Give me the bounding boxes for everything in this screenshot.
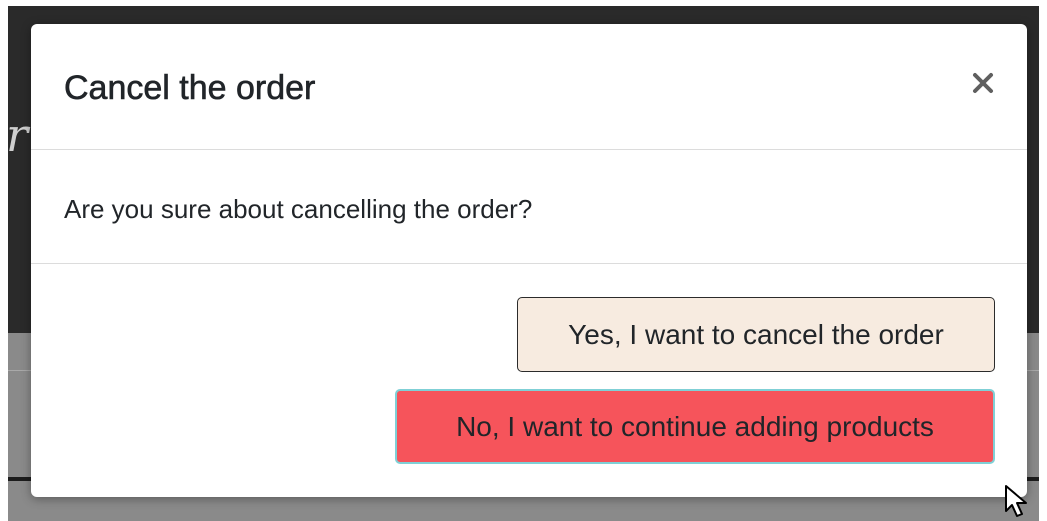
screen: r Cancel the order Are you sure about ca… <box>0 0 1047 521</box>
confirm-cancel-order-button[interactable]: Yes, I want to cancel the order <box>517 297 995 372</box>
mouse-pointer-icon <box>1005 485 1027 517</box>
modal-header: Cancel the order <box>31 24 1027 150</box>
continue-adding-products-button[interactable]: No, I want to continue adding products <box>395 389 995 464</box>
close-button[interactable] <box>965 65 1001 101</box>
modal-body: Are you sure about cancelling the order? <box>31 150 1027 264</box>
modal-title: Cancel the order <box>64 69 316 108</box>
cancel-order-modal: Cancel the order Are you sure about canc… <box>31 24 1027 497</box>
close-icon <box>973 73 993 93</box>
backdrop-logo-fragment: r <box>6 108 28 162</box>
modal-message: Are you sure about cancelling the order? <box>64 194 533 224</box>
